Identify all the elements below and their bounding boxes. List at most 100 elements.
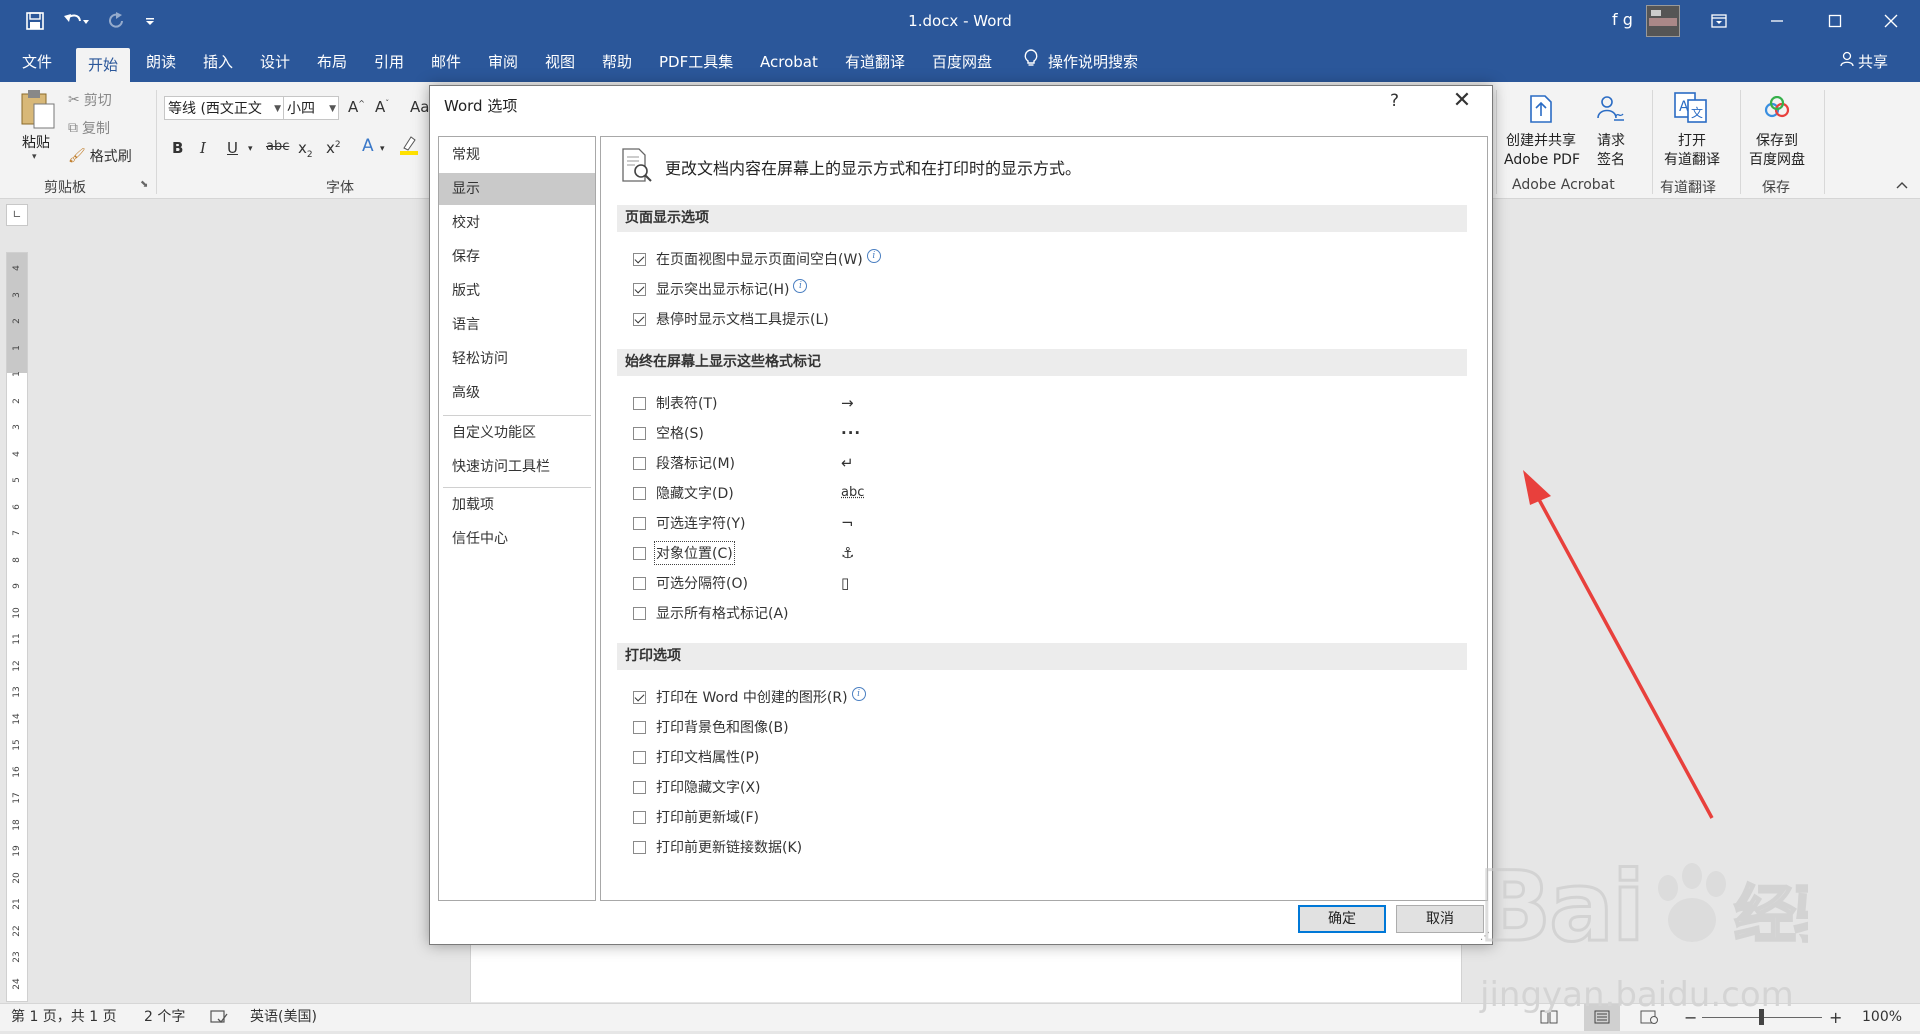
- nav-item-proofing[interactable]: 校对: [439, 207, 595, 239]
- checkbox-print-background[interactable]: [633, 721, 646, 734]
- subscript-icon[interactable]: x2: [298, 139, 313, 160]
- nav-item-customize-ribbon[interactable]: 自定义功能区: [439, 417, 595, 449]
- nav-item-display[interactable]: 显示: [439, 173, 595, 205]
- tab-insert[interactable]: 插入: [203, 42, 233, 82]
- option-show-whitespace[interactable]: 在页面视图中显示页面间空白(W) i: [633, 247, 881, 271]
- option-print-drawings[interactable]: 打印在 Word 中创建的图形(R) i: [633, 685, 866, 709]
- cancel-button[interactable]: 取消: [1396, 905, 1484, 933]
- option-update-linked-data[interactable]: 打印前更新链接数据(K): [633, 835, 802, 859]
- ribbon-display-options-icon[interactable]: [1690, 0, 1748, 42]
- paste-dropdown-icon[interactable]: ▾: [32, 152, 37, 162]
- option-update-fields[interactable]: 打印前更新域(F): [633, 805, 759, 829]
- checkbox-object-anchors[interactable]: [633, 547, 646, 560]
- nav-item-accessibility[interactable]: 轻松访问: [439, 343, 595, 375]
- close-window-icon[interactable]: [1862, 0, 1920, 42]
- tab-pdf-tools[interactable]: PDF工具集: [659, 42, 733, 82]
- font-name-combo[interactable]: 等线 (西文正文 ▼: [164, 96, 284, 120]
- option-object-anchors[interactable]: 对象位置(C) ⚓: [633, 541, 733, 565]
- page-count[interactable]: 第 1 页，共 1 页: [11, 1004, 117, 1031]
- checkbox-optional-hyphens[interactable]: [633, 517, 646, 530]
- clipboard-launcher-icon[interactable]: ⬊: [140, 179, 148, 190]
- nav-item-trust-center[interactable]: 信任中心: [439, 523, 595, 555]
- italic-icon[interactable]: I: [200, 139, 206, 157]
- baidu-netdisk-icon[interactable]: [1762, 96, 1792, 126]
- open-youdao-button[interactable]: 打开 有道翻译: [1658, 132, 1726, 170]
- tab-youdao[interactable]: 有道翻译: [845, 42, 905, 82]
- strikethrough-icon[interactable]: abc: [266, 139, 289, 154]
- bold-icon[interactable]: B: [172, 139, 183, 157]
- checkbox-show-all-marks[interactable]: [633, 607, 646, 620]
- option-optional-hyphens[interactable]: 可选连字符(Y) ¬: [633, 511, 745, 535]
- checkbox-print-properties[interactable]: [633, 751, 646, 764]
- tab-file[interactable]: 文件: [22, 42, 52, 82]
- font-size-combo[interactable]: 小四 ▼: [283, 96, 339, 120]
- grow-font-icon[interactable]: A^: [348, 98, 365, 116]
- tab-read-aloud[interactable]: 朗读: [146, 42, 176, 82]
- tab-help[interactable]: 帮助: [602, 42, 632, 82]
- format-painter-button[interactable]: 🖌 格式刷: [68, 146, 132, 166]
- option-paragraph-marks[interactable]: 段落标记(M) ↵: [633, 451, 735, 475]
- option-show-highlighter[interactable]: 显示突出显示标记(H) i: [633, 277, 807, 301]
- tab-layout[interactable]: 布局: [317, 42, 347, 82]
- option-print-background[interactable]: 打印背景色和图像(B): [633, 715, 789, 739]
- zoom-in-button[interactable]: +: [1829, 1004, 1842, 1031]
- nav-item-save[interactable]: 保存: [439, 241, 595, 273]
- checkbox-print-hidden-text[interactable]: [633, 781, 646, 794]
- tab-home[interactable]: 开始: [76, 48, 130, 82]
- checkbox-update-fields[interactable]: [633, 811, 646, 824]
- nav-item-add-ins[interactable]: 加载项: [439, 489, 595, 521]
- nav-item-typography[interactable]: 版式: [439, 275, 595, 307]
- paste-button[interactable]: 粘贴: [22, 132, 50, 152]
- checkbox-update-linked-data[interactable]: [633, 841, 646, 854]
- tell-me-search[interactable]: 操作说明搜索: [1024, 42, 1138, 82]
- option-print-hidden-text[interactable]: 打印隐藏文字(X): [633, 775, 761, 799]
- underline-icon[interactable]: U: [227, 139, 238, 157]
- info-icon[interactable]: i: [852, 687, 866, 701]
- maximize-icon[interactable]: [1806, 0, 1864, 42]
- share-button[interactable]: 共享: [1840, 42, 1888, 82]
- youdao-translate-icon[interactable]: A文: [1674, 92, 1708, 128]
- create-share-pdf-icon[interactable]: [1528, 94, 1554, 128]
- tab-mailings[interactable]: 邮件: [431, 42, 461, 82]
- tab-acrobat[interactable]: Acrobat: [760, 42, 818, 82]
- nav-item-quick-access-toolbar[interactable]: 快速访问工具栏: [439, 451, 595, 483]
- user-name[interactable]: f g: [1612, 10, 1633, 29]
- underline-dropdown-icon[interactable]: ▾: [248, 144, 253, 154]
- shrink-font-icon[interactable]: Aˇ: [375, 98, 389, 116]
- checkbox-spaces[interactable]: [633, 427, 646, 440]
- checkbox-print-drawings[interactable]: [633, 691, 646, 704]
- minimize-icon[interactable]: [1748, 0, 1806, 42]
- highlight-icon[interactable]: [398, 134, 420, 160]
- proofing-icon[interactable]: [210, 1004, 228, 1031]
- word-count[interactable]: 2 个字: [144, 1004, 185, 1031]
- paste-icon[interactable]: [18, 88, 58, 132]
- nav-item-advanced[interactable]: 高级: [439, 377, 595, 409]
- checkbox-show-highlighter[interactable]: [633, 283, 646, 296]
- option-print-properties[interactable]: 打印文档属性(P): [633, 745, 759, 769]
- copy-button[interactable]: ⧉ 复制: [68, 118, 110, 138]
- option-show-all-marks[interactable]: 显示所有格式标记(A): [633, 601, 789, 625]
- text-effects-dropdown-icon[interactable]: ▾: [380, 144, 385, 154]
- option-optional-breaks[interactable]: 可选分隔符(O) ▯: [633, 571, 748, 595]
- option-tab-characters[interactable]: 制表符(T) →: [633, 391, 717, 415]
- option-hidden-text[interactable]: 隐藏文字(D) abc: [633, 481, 734, 505]
- language-indicator[interactable]: 英语(美国): [250, 1004, 317, 1031]
- checkbox-paragraph-marks[interactable]: [633, 457, 646, 470]
- tab-view[interactable]: 视图: [545, 42, 575, 82]
- zoom-level[interactable]: 100%: [1862, 1004, 1902, 1031]
- checkbox-show-tooltips[interactable]: [633, 313, 646, 326]
- info-icon[interactable]: i: [793, 279, 807, 293]
- cut-button[interactable]: ✂ 剪切: [68, 90, 112, 110]
- superscript-icon[interactable]: x2: [326, 139, 341, 157]
- change-case-label[interactable]: Aa: [410, 98, 429, 116]
- avatar[interactable]: [1646, 5, 1680, 37]
- tab-selector-icon[interactable]: ∟: [6, 204, 28, 226]
- collapse-ribbon-icon[interactable]: [1896, 178, 1908, 192]
- checkbox-tab-characters[interactable]: [633, 397, 646, 410]
- tab-design[interactable]: 设计: [260, 42, 290, 82]
- checkbox-optional-breaks[interactable]: [633, 577, 646, 590]
- tab-baidu-netdisk[interactable]: 百度网盘: [932, 42, 992, 82]
- nav-item-general[interactable]: 常规: [439, 139, 595, 171]
- nav-item-language[interactable]: 语言: [439, 309, 595, 341]
- ok-button[interactable]: 确定: [1298, 905, 1386, 933]
